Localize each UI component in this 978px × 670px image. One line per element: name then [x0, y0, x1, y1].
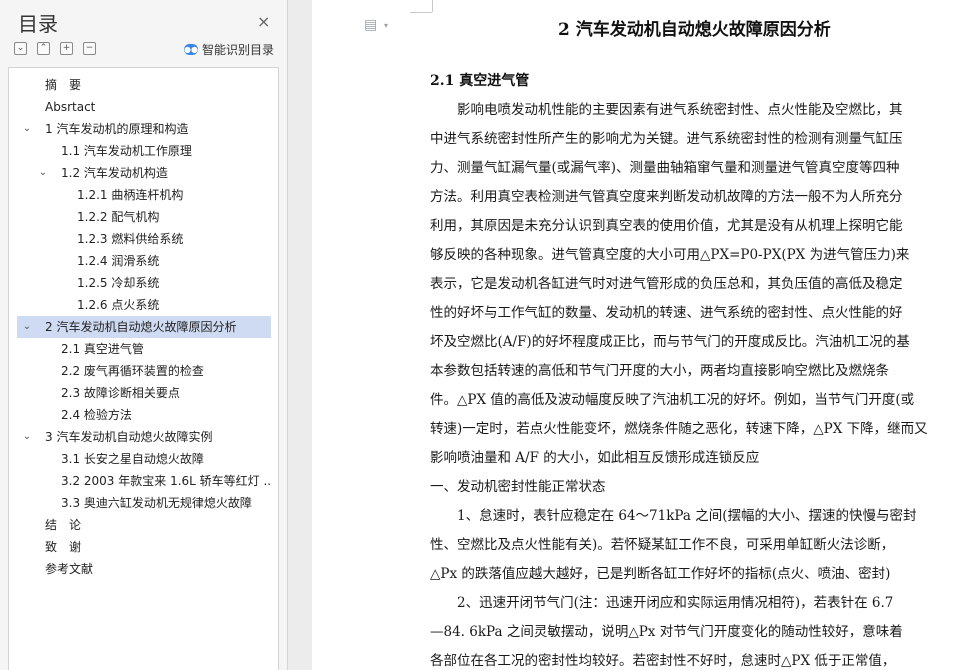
toc-item-label: 1.2.6 点火系统: [77, 298, 160, 312]
document-page: ▤ ▾ 2 汽车发动机自动熄火故障原因分析 2.1 真空进气管 影响电喷发动机性…: [312, 0, 978, 670]
page-corner-mark: [410, 12, 432, 13]
smart-recognize-button[interactable]: ●● 智能识别目录: [184, 41, 274, 58]
text-line: 利用，其原因是未充分认识到真空表的使用价值，尤其是没有从机理上探明它能: [430, 218, 903, 234]
toc-item-label: 3.2 2003 年款宝来 1.6L 轿车等红灯 ...: [61, 474, 271, 488]
toc-item[interactable]: 1.2.6 点火系统: [17, 294, 271, 316]
toc-item[interactable]: 2.4 检验方法: [17, 404, 271, 426]
toc-item[interactable]: 1.2.4 润滑系统: [17, 250, 271, 272]
toc-item[interactable]: 结 论: [17, 514, 271, 536]
text-line: 一、发动机密封性能正常状态: [430, 479, 606, 495]
toc-item[interactable]: Absrtact: [17, 96, 271, 118]
remove-heading-icon[interactable]: −: [83, 42, 96, 55]
text-line: 够反映的各种现象。进气管真空度的大小可用△PX=P0-PX(PX 为进气管压力)…: [430, 247, 910, 263]
text-line: 性的好坏与工作气缸的数量、发动机的转速、进气系统的密封性、点火性能的好: [430, 305, 903, 321]
toc-item-label: 3.1 长安之星自动熄火故障: [61, 452, 204, 466]
text-line: 件。△PX 值的高低及波动幅度反映了汽油机工况的好坏。例如，当节气门开度(或: [430, 392, 915, 408]
toc-item-label: 结 论: [45, 518, 82, 532]
text-line: 2、迅速开闭节气门(注：迅速开闭应和实际运用情况相符)，若表针在 6.7: [430, 595, 894, 611]
toc-item[interactable]: ⌄ 2 汽车发动机自动熄火故障原因分析: [17, 316, 271, 338]
toc-item[interactable]: 1.2.3 燃料供给系统: [17, 228, 271, 250]
toc-item[interactable]: 1.2.2 配气机构: [17, 206, 271, 228]
toc-toolbar: ⌄ ⌃ + −: [14, 42, 96, 55]
add-heading-icon[interactable]: +: [60, 42, 73, 55]
toc-item-label: 1 汽车发动机的原理和构造: [45, 122, 189, 136]
toc-item-label: Absrtact: [45, 100, 96, 114]
toc-item[interactable]: 2.2 废气再循环装置的检查: [17, 360, 271, 382]
toc-item-label: 1.2 汽车发动机构造: [61, 166, 168, 180]
text-line: 坏及空燃比(A/F)的好坏程度成正比，而与节气门的开度成反比。汽油机工况的基: [430, 334, 910, 350]
toc-item[interactable]: 参考文献: [17, 558, 271, 580]
section-heading: 2 汽车发动机自动熄火故障原因分析: [558, 20, 831, 40]
toc-list: 摘 要 Absrtact ⌄ 1 汽车发动机的原理和构造 1.1 汽车发动机工作原理 ⌄ 1…: [8, 67, 279, 670]
toc-item-label: 2.3 故障诊断相关要点: [61, 386, 180, 400]
toc-sidebar: 目录 × ⌄ ⌃ + − ●● 智能识别目录 摘 要 Absrtact ⌄ 1 汽车发…: [0, 0, 288, 670]
close-icon[interactable]: ×: [257, 12, 270, 31]
toc-item[interactable]: 3.3 奥迪六缸发动机无规律熄火故障: [17, 492, 271, 514]
toc-item-label: 3.3 奥迪六缸发动机无规律熄火故障: [61, 496, 252, 510]
toc-item-label: 1.2.2 配气机构: [77, 210, 160, 224]
smart-recognize-label: 智能识别目录: [202, 43, 275, 57]
toc-item[interactable]: ⌄ 1.2 汽车发动机构造: [17, 162, 271, 184]
collapse-all-icon[interactable]: ⌄: [14, 42, 27, 55]
chevron-down-icon[interactable]: ⌄: [21, 426, 33, 448]
chevron-down-icon[interactable]: ⌄: [37, 162, 49, 184]
subsection-heading: 2.1 真空进气管: [430, 73, 530, 89]
text-line: —84. 6kPa 之间灵敏摆动，说明△Px 对节气门开度变化的随动性较好，意味…: [430, 624, 903, 640]
text-line: 表示，它是发动机各缸进气时对进气管形成的负压总和，其负压值的高低及稳定: [430, 276, 903, 292]
document-icon[interactable]: ▤: [364, 17, 377, 33]
toc-item[interactable]: ⌄ 3 汽车发动机自动熄火故障实例: [17, 426, 271, 448]
text-line: 本参数包括转速的高低和节气门开度的大小，两者均直接影响空燃比及燃烧条: [430, 363, 889, 379]
expand-all-icon[interactable]: ⌃: [37, 42, 50, 55]
toc-item-label: 1.2.3 燃料供给系统: [77, 232, 184, 246]
chevron-down-icon[interactable]: ⌄: [21, 118, 33, 140]
toc-item-label: 3 汽车发动机自动熄火故障实例: [45, 430, 213, 444]
toc-item-label: 1.2.4 润滑系统: [77, 254, 160, 268]
toc-item[interactable]: 摘 要: [17, 74, 271, 96]
text-line: 影响电喷发动机性能的主要因素有进气系统密封性、点火性能及空燃比，其: [430, 102, 903, 118]
chevron-down-icon[interactable]: ▾: [384, 21, 388, 30]
text-line: 性、空燃比及点火性能有关)。若怀疑某缸工作不良，可采用单缸断火法诊断，: [430, 537, 895, 553]
toc-item-label: 致 谢: [45, 540, 82, 554]
toc-item[interactable]: 1.1 汽车发动机工作原理: [17, 140, 271, 162]
text-line: 影响喷油量和 A/F 的大小，如此相互反馈形成连锁反应: [430, 450, 760, 466]
toc-item[interactable]: 3.1 长安之星自动熄火故障: [17, 448, 271, 470]
toc-item-label: 摘 要: [45, 78, 82, 92]
toc-item[interactable]: ⌄ 1 汽车发动机的原理和构造: [17, 118, 271, 140]
toc-item[interactable]: 2.3 故障诊断相关要点: [17, 382, 271, 404]
smart-recognize-icon: ●●: [184, 44, 198, 55]
text-line: 力、测量气缸漏气量(或漏气率)、测量曲轴箱窜气量和测量进气管真空度等四种: [430, 160, 900, 176]
sidebar-title: 目录: [18, 12, 58, 36]
toc-item-label: 参考文献: [45, 562, 94, 576]
chevron-down-icon[interactable]: ⌄: [21, 316, 33, 338]
page-corner-mark: [432, 0, 433, 12]
toc-item-label: 1.2.5 冷却系统: [77, 276, 160, 290]
text-line: 1、怠速时，表针应稳定在 64～71kPa 之间(摆幅的大小、摆速的快慢与密封: [430, 508, 917, 524]
text-line: 转速)一定时，若点火性能变坏，燃烧条件随之恶化，转速下降，△PX 下降，继而又: [430, 421, 928, 437]
toc-item-label: 2.4 检验方法: [61, 408, 132, 422]
text-line: 中进气系统密封性所产生的影响尤为关键。进气系统密封性的检测有测量气缸压: [430, 131, 903, 147]
toc-item-label: 2.2 废气再循环装置的检查: [61, 364, 204, 378]
toc-item[interactable]: 致 谢: [17, 536, 271, 558]
toc-item-label: 2.1 真空进气管: [61, 342, 144, 356]
toc-item[interactable]: 2.1 真空进气管: [17, 338, 271, 360]
text-line: △Px 的跌落值应越大越好，已是判断各缸工作好坏的指标(点火、喷油、密封): [430, 566, 891, 582]
toc-item-label: 1.2.1 曲柄连杆机构: [77, 188, 184, 202]
toc-item-label: 2 汽车发动机自动熄火故障原因分析: [45, 320, 237, 334]
text-line: 各部位在各工况的密封性均较好。若密封性不好时，怠速时△PX 低于正常值，: [430, 653, 896, 669]
toc-item[interactable]: 1.2.1 曲柄连杆机构: [17, 184, 271, 206]
toc-item[interactable]: 3.2 2003 年款宝来 1.6L 轿车等红灯 ...: [17, 470, 271, 492]
text-line: 方法。利用真空表检测进气管真空度来判断发动机故障的方法一般不为人所充分: [430, 189, 903, 205]
toc-item-label: 1.1 汽车发动机工作原理: [61, 144, 192, 158]
toc-item[interactable]: 1.2.5 冷却系统: [17, 272, 271, 294]
